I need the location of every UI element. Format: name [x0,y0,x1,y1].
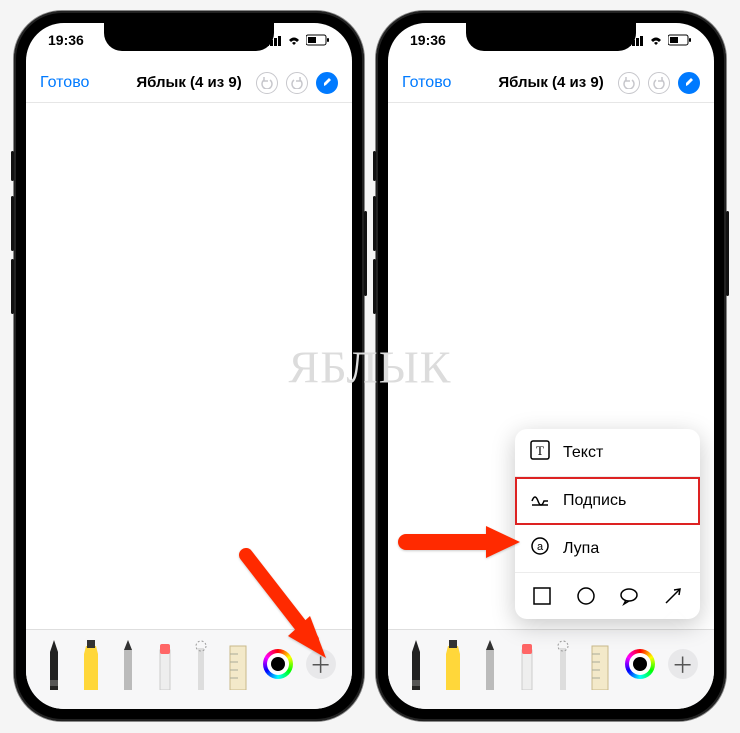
power-button [364,211,367,296]
menu-item-text[interactable]: T Текст [515,429,700,477]
volume-button [373,151,376,181]
power-button [726,211,729,296]
shape-arrow[interactable] [660,583,686,609]
add-menu-popover: T Текст Подпись a Лупа [515,429,700,619]
color-picker[interactable] [625,649,655,679]
markup-button[interactable] [678,72,700,94]
wifi-icon [286,34,302,46]
ruler-tool[interactable] [588,638,612,690]
battery-icon [306,34,330,46]
menu-label: Текст [563,444,603,462]
menu-item-signature[interactable]: Подпись [515,477,700,525]
volume-button [11,196,14,251]
redo-button[interactable] [286,72,308,94]
pen-tool[interactable] [404,638,428,690]
marker-tool[interactable] [79,638,103,690]
markup-button[interactable] [316,72,338,94]
marker-tool[interactable] [441,638,465,690]
markup-toolbar: ＋ [388,629,714,709]
done-button[interactable]: Готово [40,74,89,92]
volume-button [11,151,14,181]
nav-bar: Готово Яблык (4 из 9) [26,63,352,103]
annotation-arrow [398,522,528,562]
status-time: 19:36 [48,32,84,48]
svg-text:T: T [536,443,544,458]
menu-label: Подпись [563,492,626,510]
page-title: Яблык (4 из 9) [498,74,603,91]
volume-button [11,259,14,314]
done-button[interactable]: Готово [402,74,451,92]
undo-button[interactable] [256,72,278,94]
menu-item-magnifier[interactable]: a Лупа [515,525,700,573]
shape-circle[interactable] [573,583,599,609]
signature-icon [529,487,551,514]
menu-shapes-row [515,573,700,619]
svg-text:a: a [537,541,544,553]
eraser-tool[interactable] [515,638,539,690]
status-time: 19:36 [410,32,446,48]
shape-speech-bubble[interactable] [616,583,642,609]
lasso-tool[interactable] [189,638,213,690]
undo-button[interactable] [618,72,640,94]
eraser-tool[interactable] [153,638,177,690]
add-button[interactable]: ＋ [668,649,698,679]
wifi-icon [648,34,664,46]
text-icon: T [529,439,551,466]
phone-frame-right: 19:36 Готово Яблык (4 из 9) [376,11,726,721]
lasso-tool[interactable] [551,638,575,690]
pencil-tool[interactable] [116,638,140,690]
volume-button [373,196,376,251]
pen-tool[interactable] [42,638,66,690]
notch [466,23,636,51]
page-title: Яблык (4 из 9) [136,74,241,91]
screen: 19:36 Готово Яблык (4 из 9) [388,23,714,709]
notch [104,23,274,51]
pencil-tool[interactable] [478,638,502,690]
shape-square[interactable] [529,583,555,609]
annotation-arrow [226,540,346,680]
battery-icon [668,34,692,46]
nav-bar: Готово Яблык (4 из 9) [388,63,714,103]
menu-label: Лупа [563,540,599,558]
redo-button[interactable] [648,72,670,94]
magnifier-icon: a [529,535,551,562]
volume-button [373,259,376,314]
